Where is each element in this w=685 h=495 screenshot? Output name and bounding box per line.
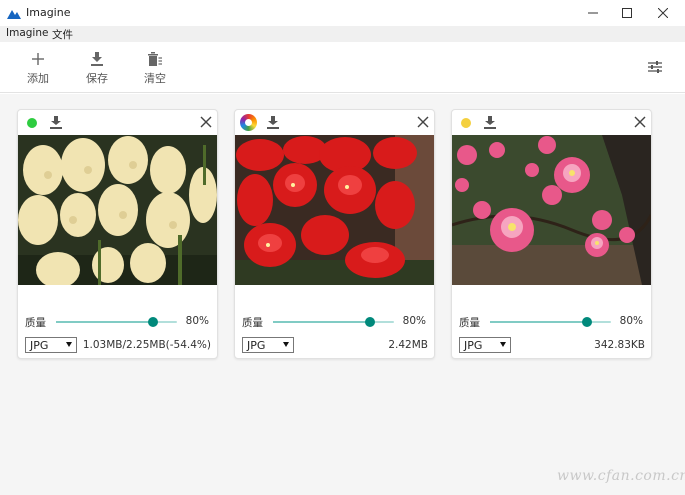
format-value: JPG — [464, 339, 483, 352]
image-preview-amaryllis — [235, 135, 434, 285]
clear-label: 清空 — [144, 72, 166, 85]
dropdown-arrow-icon — [283, 342, 289, 347]
add-button[interactable]: 添加 — [18, 50, 58, 86]
format-select[interactable]: JPG — [242, 337, 294, 353]
close-icon[interactable] — [634, 116, 646, 128]
download-icon[interactable] — [484, 116, 496, 129]
format-select[interactable]: JPG — [25, 337, 77, 353]
save-label: 保存 — [86, 72, 108, 85]
quality-label: 质量 — [25, 317, 46, 329]
quality-slider[interactable] — [56, 317, 177, 327]
close-icon — [658, 8, 668, 18]
close-icon[interactable] — [417, 116, 429, 128]
menu-bar: Imagine 文件 — [0, 26, 685, 42]
quality-label: 质量 — [242, 317, 263, 329]
quality-slider[interactable] — [273, 317, 394, 327]
title-bar: Imagine — [0, 0, 685, 26]
file-size-text: 1.03MB/2.25MB(-54.4%) — [82, 339, 211, 351]
maximize-icon — [622, 8, 632, 18]
format-value: JPG — [30, 339, 49, 352]
menu-file[interactable]: 文件 — [52, 27, 73, 42]
clear-button[interactable]: 清空 — [135, 50, 175, 86]
quality-slider-fill — [56, 321, 153, 323]
save-button[interactable]: 保存 — [77, 50, 117, 86]
format-select[interactable]: JPG — [459, 337, 511, 353]
file-size-text: 342.83KB — [594, 339, 645, 351]
maximize-button[interactable] — [609, 0, 645, 26]
quality-slider[interactable] — [490, 317, 611, 327]
status-pending-icon — [461, 118, 471, 128]
sliders-icon — [648, 61, 662, 73]
quality-slider-thumb[interactable] — [147, 317, 158, 327]
minimize-button[interactable] — [575, 0, 611, 26]
quality-slider-thumb[interactable] — [581, 317, 592, 327]
app-logo-icon — [7, 10, 21, 19]
quality-slider-fill — [490, 321, 587, 323]
close-icon[interactable] — [200, 116, 212, 128]
menu-imagine[interactable]: Imagine — [6, 27, 48, 39]
status-done-icon — [27, 118, 37, 128]
quality-slider-fill — [273, 321, 370, 323]
minimize-icon — [588, 12, 598, 14]
add-label: 添加 — [27, 72, 49, 85]
clear-all-icon — [148, 52, 162, 66]
dropdown-arrow-icon — [66, 342, 72, 347]
quality-value: 80% — [185, 315, 209, 327]
download-icon[interactable] — [50, 116, 62, 129]
quality-value: 80% — [619, 315, 643, 327]
card-header — [452, 110, 651, 135]
quality-slider-thumb[interactable] — [364, 317, 375, 327]
dropdown-arrow-icon — [500, 342, 506, 347]
quality-row: 质量 80% — [452, 313, 651, 329]
download-icon — [91, 52, 103, 66]
quality-value: 80% — [402, 315, 426, 327]
quality-row: 质量 80% — [235, 313, 434, 329]
image-card: 质量 80% JPG 342.83KB — [451, 109, 652, 359]
close-window-button[interactable] — [645, 0, 681, 26]
quality-row: 质量 80% — [18, 313, 217, 329]
window-title: Imagine — [26, 6, 71, 19]
status-processing-icon — [240, 114, 257, 131]
image-preview-hyacinth — [18, 135, 217, 285]
image-preview-quince — [452, 135, 651, 285]
format-value: JPG — [247, 339, 266, 352]
watermark: www.cfan.com.cn — [557, 468, 685, 484]
card-header — [18, 110, 217, 135]
image-card: 质量 80% JPG 2.42MB — [234, 109, 435, 359]
quality-label: 质量 — [459, 317, 480, 329]
card-header — [235, 110, 434, 135]
settings-button[interactable] — [646, 58, 664, 76]
toolbar: 添加 保存 清空 — [0, 42, 685, 93]
plus-icon — [32, 53, 44, 65]
image-card: 质量 80% JPG 1.03MB/2.25MB(-54.4%) — [17, 109, 218, 359]
file-size-text: 2.42MB — [388, 339, 428, 351]
download-icon[interactable] — [267, 116, 279, 129]
